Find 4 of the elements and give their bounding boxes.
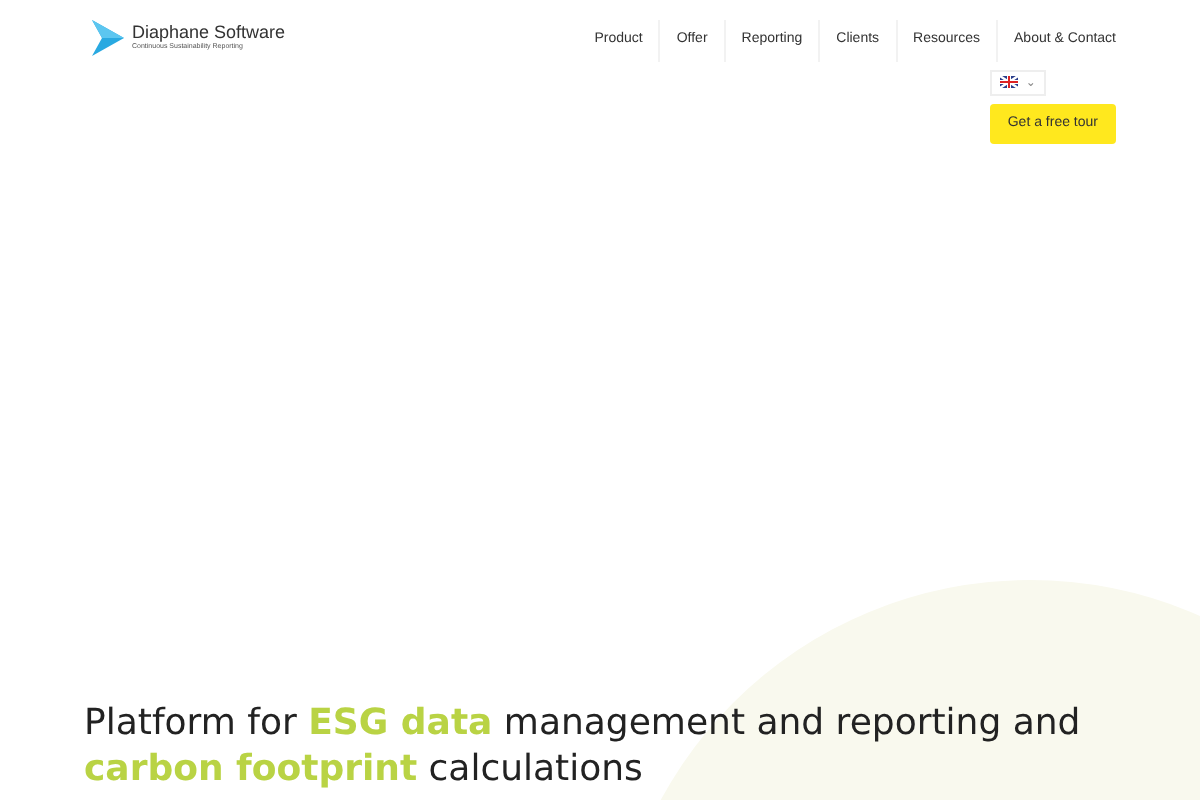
logo-icon bbox=[92, 20, 124, 56]
hero-heading: Platform for ESG data management and reporting and carbon footprint calculations bbox=[84, 700, 1083, 792]
flag-icon bbox=[999, 76, 1018, 88]
logo-name: Diaphane Software bbox=[132, 24, 286, 43]
